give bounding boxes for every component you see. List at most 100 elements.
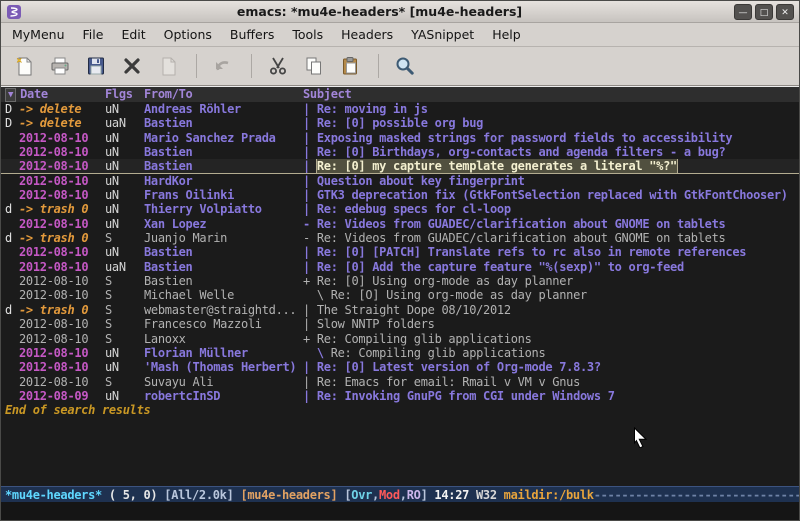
- search-icon[interactable]: [388, 51, 422, 82]
- menu-bar: MyMenu File Edit Options Buffers Tools H…: [1, 23, 799, 47]
- modeline-window-id: W32: [469, 488, 504, 502]
- flags-cell: S: [105, 332, 144, 346]
- subject-cell: | Re: moving in js: [303, 102, 799, 116]
- message-row[interactable]: 2012-08-10uNBastien| Re: [0] Birthdays, …: [1, 145, 799, 159]
- maximize-button[interactable]: □: [755, 4, 773, 20]
- message-row[interactable]: 2012-08-10uNHardKor| Question about key …: [1, 174, 799, 188]
- message-row[interactable]: 2012-08-10SSuvayu Ali| Re: Emacs for ema…: [1, 375, 799, 389]
- modeline-modified-flag: Mod: [379, 488, 400, 502]
- subject-cell: | Re: [0] Add the capture feature "%(sex…: [303, 260, 799, 274]
- message-row[interactable]: 2012-08-10uNBastien| Re: [0] my capture …: [1, 159, 799, 173]
- menu-tools[interactable]: Tools: [283, 24, 332, 45]
- message-row[interactable]: d-> trash 0uNThierry Volpiatto| Re: edeb…: [1, 202, 799, 216]
- paste-icon[interactable]: [333, 51, 367, 82]
- message-row[interactable]: 2012-08-10SMichael Welle \ Re: [O] Using…: [1, 288, 799, 302]
- date-cell: 2012-08-10: [19, 346, 105, 360]
- thread-indicator: |: [303, 102, 317, 116]
- message-row[interactable]: D-> deleteuaNBastien| Re: [0] possible o…: [1, 116, 799, 130]
- flags-cell: uN: [105, 202, 144, 216]
- subject-text: The Straight Dope 08/10/2012: [317, 303, 511, 317]
- menu-help[interactable]: Help: [483, 24, 530, 45]
- from-cell: Francesco Mazzoli: [144, 317, 303, 331]
- message-row[interactable]: 2012-08-10uN'Mash (Thomas Herbert)| Re: …: [1, 360, 799, 374]
- thread-indicator: \: [303, 346, 331, 360]
- subject-cell: | Re: [0] [PATCH] Translate refs to rc a…: [303, 245, 799, 259]
- menu-yasnippet[interactable]: YASnippet: [402, 24, 483, 45]
- menu-options[interactable]: Options: [155, 24, 221, 45]
- subject-cell: | Re: Emacs for email: Rmail v VM v Gnus: [303, 375, 799, 389]
- mark-cell: [5, 317, 19, 331]
- date-cell: 2012-08-10: [19, 274, 105, 288]
- flags-cell: uN: [105, 131, 144, 145]
- from-cell: Florian Müllner: [144, 346, 303, 360]
- menu-buffers[interactable]: Buffers: [221, 24, 283, 45]
- mark-cell: [5, 217, 19, 231]
- document-disabled-icon: [151, 51, 185, 82]
- column-flags[interactable]: Flgs: [105, 87, 144, 102]
- flags-cell: uN: [105, 145, 144, 159]
- message-row[interactable]: 2012-08-10uNFrans Oilinki| GTK3 deprecat…: [1, 188, 799, 202]
- date-cell: -> delete: [19, 102, 105, 116]
- message-row[interactable]: 2012-08-10SFrancesco Mazzoli| Slow NNTP …: [1, 317, 799, 331]
- subject-text: Re: [0] Latest version of Org-mode 7.8.3…: [317, 360, 601, 374]
- message-row[interactable]: 2012-08-09uNrobertcInSD| Re: Invoking Gn…: [1, 389, 799, 403]
- date-cell: 2012-08-09: [19, 389, 105, 403]
- thread-indicator: |: [303, 317, 317, 331]
- mode-line[interactable]: *mu4e-headers* ( 5, 0) [All/2.0k] [mu4e-…: [1, 486, 799, 502]
- from-cell: Thierry Volpiatto: [144, 202, 303, 216]
- column-date[interactable]: ▼Date: [5, 87, 105, 102]
- message-row[interactable]: 2012-08-10SLanoxx+ Re: Compiling glib ap…: [1, 332, 799, 346]
- mark-cell: [5, 159, 19, 172]
- message-row[interactable]: 2012-08-10uNBastien| Re: [0] [PATCH] Tra…: [1, 245, 799, 259]
- save-icon[interactable]: [79, 51, 113, 82]
- minimize-button[interactable]: —: [734, 4, 752, 20]
- from-cell: Suvayu Ali: [144, 375, 303, 389]
- modeline-overwrite-flag: Ovr: [351, 488, 372, 502]
- message-row[interactable]: d-> trash 0Swebmaster@straightd...| The …: [1, 303, 799, 317]
- mark-cell: [5, 145, 19, 159]
- window-title: emacs: *mu4e-headers* [mu4e-headers]: [28, 4, 731, 19]
- message-row[interactable]: D-> deleteuNAndreas Röhler| Re: moving i…: [1, 102, 799, 116]
- column-subject[interactable]: Subject: [303, 87, 799, 102]
- subject-text: Re: [0] Birthdays, org-contacts and agen…: [317, 145, 726, 159]
- flags-cell: S: [105, 317, 144, 331]
- column-from[interactable]: From/To: [144, 87, 303, 102]
- subject-cell: | Re: Invoking GnuPG from CGI under Wind…: [303, 389, 799, 403]
- print-icon[interactable]: [43, 51, 77, 82]
- date-cell: -> trash 0: [19, 202, 105, 216]
- message-row[interactable]: 2012-08-10SBastien+ Re: [0] Using org-mo…: [1, 274, 799, 288]
- subject-cell: \ Re: [O] Using org-mode as day planner: [303, 288, 799, 302]
- from-cell: webmaster@straightd...: [144, 303, 303, 317]
- modeline-comma: ,: [372, 488, 379, 502]
- cut-icon[interactable]: [261, 51, 295, 82]
- subject-cell: - Re: Videos from GUADEC/clarification a…: [303, 217, 799, 231]
- message-row[interactable]: 2012-08-10uNMario Sanchez Prada| Exposin…: [1, 131, 799, 145]
- modeline-size: [All/2.0k]: [164, 488, 240, 502]
- mark-cell: d: [5, 303, 19, 317]
- menu-edit[interactable]: Edit: [112, 24, 154, 45]
- subject-cell: | GTK3 deprecation fix (GtkFontSelection…: [303, 188, 799, 202]
- copy-icon[interactable]: [297, 51, 331, 82]
- subject-text: Re: [0] possible org bug: [317, 116, 483, 130]
- thread-indicator: |: [303, 303, 317, 317]
- flags-cell: uaN: [105, 260, 144, 274]
- message-row[interactable]: 2012-08-10uNXan Lopez- Re: Videos from G…: [1, 217, 799, 231]
- flags-cell: uN: [105, 217, 144, 231]
- flags-cell: uN: [105, 245, 144, 259]
- minibuffer[interactable]: [1, 502, 799, 520]
- close-buffer-icon[interactable]: [115, 51, 149, 82]
- menu-mymenu[interactable]: MyMenu: [3, 24, 74, 45]
- close-button[interactable]: ✕: [776, 4, 794, 20]
- new-file-icon[interactable]: [7, 51, 41, 82]
- message-row[interactable]: 2012-08-10uaNBastien| Re: [0] Add the ca…: [1, 260, 799, 274]
- thread-indicator: |: [303, 145, 317, 159]
- message-row[interactable]: d-> trash 0SJuanjo Marin- Re: Videos fro…: [1, 231, 799, 245]
- from-cell: Mario Sanchez Prada: [144, 131, 303, 145]
- flags-cell: uN: [105, 159, 144, 172]
- menu-file[interactable]: File: [74, 24, 113, 45]
- menu-headers[interactable]: Headers: [332, 24, 402, 45]
- thread-indicator: |: [303, 131, 317, 145]
- message-row[interactable]: 2012-08-10uNFlorian Müllner \ Re: Compil…: [1, 346, 799, 360]
- mark-cell: [5, 288, 19, 302]
- toolbar-separator: [196, 54, 197, 78]
